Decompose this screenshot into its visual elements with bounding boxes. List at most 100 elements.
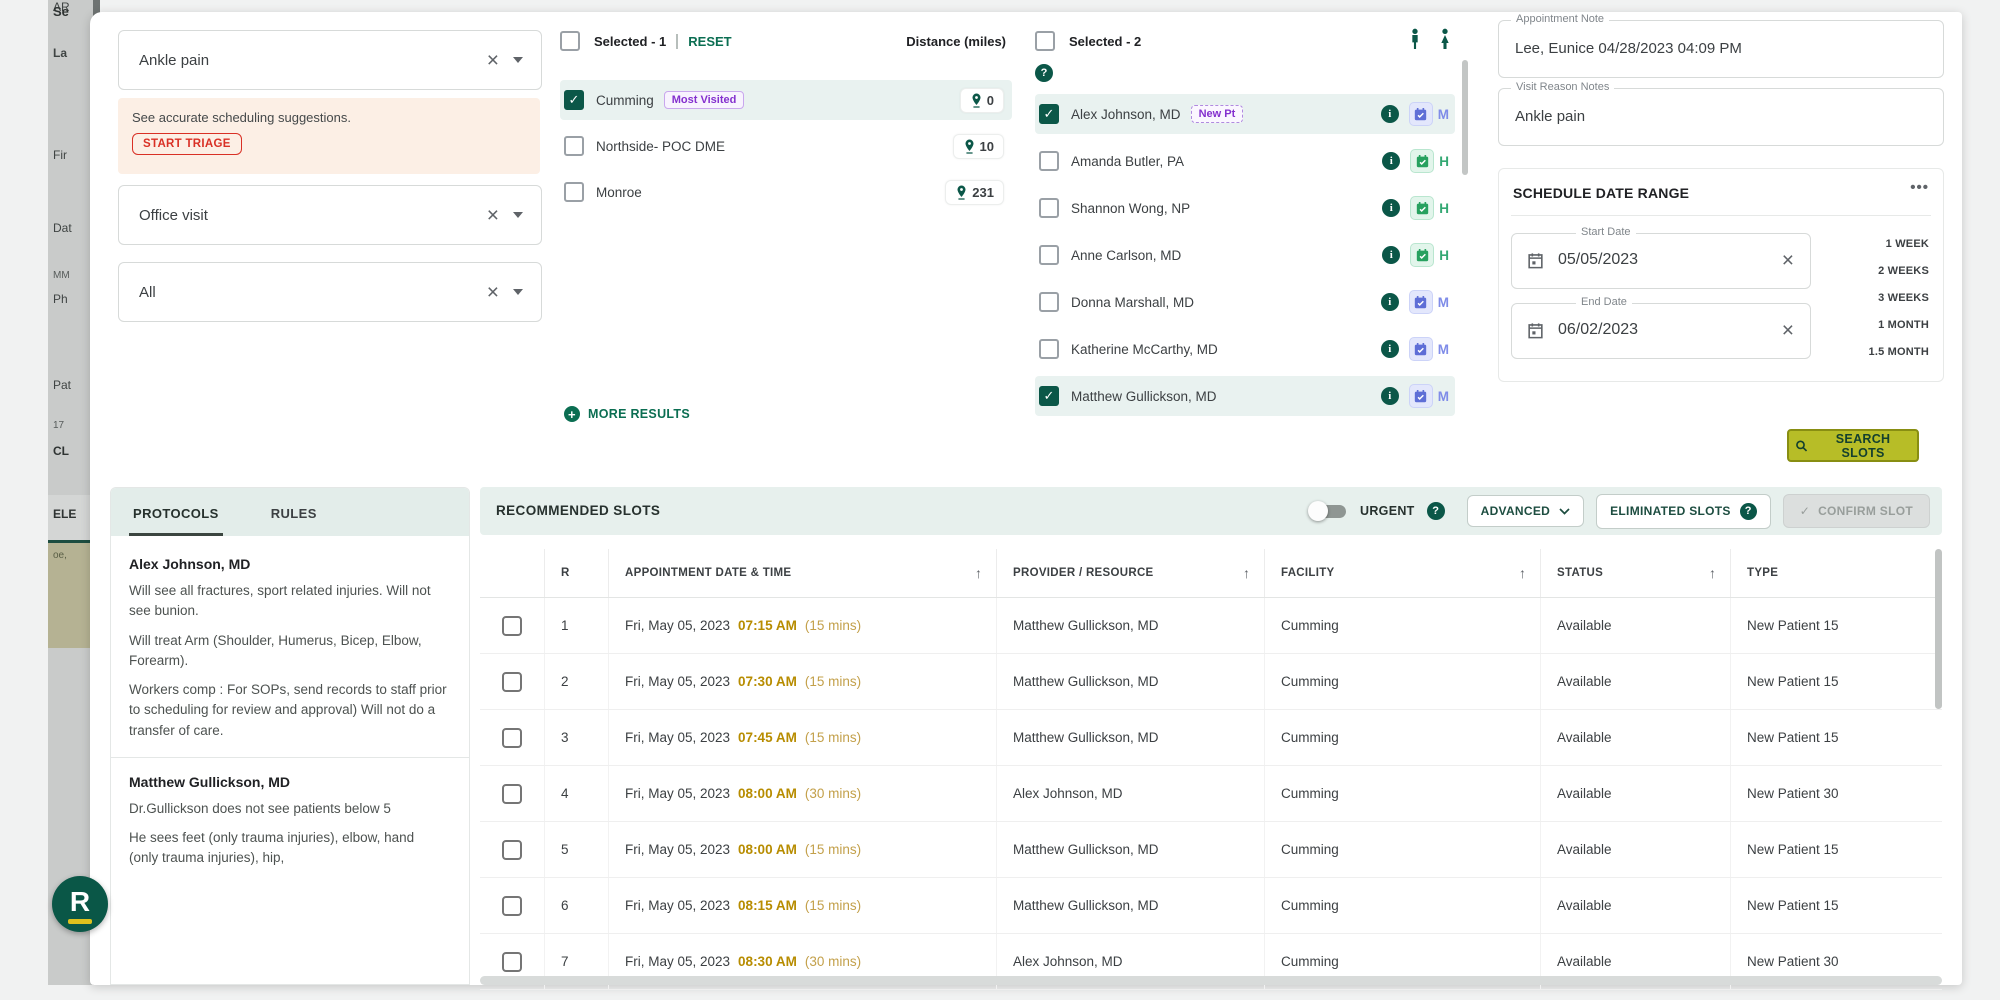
table-column-header[interactable]: TYPE ↑	[1730, 549, 1942, 597]
male-person-icon[interactable]	[1407, 28, 1423, 50]
calendar-chip[interactable]: H	[1410, 243, 1449, 267]
provider-row[interactable]: Katherine McCarthy, MD i M	[1035, 329, 1455, 369]
info-icon[interactable]: i	[1380, 340, 1399, 358]
provider-row[interactable]: Donna Marshall, MD i M	[1035, 282, 1455, 322]
appointment-note-field[interactable]: Appointment Note Lee, Eunice 04/28/2023 …	[1498, 13, 1944, 78]
sort-icon[interactable]: ↑	[1709, 565, 1716, 581]
search-slots-button[interactable]: SEARCH SLOTS	[1787, 429, 1919, 462]
calendar-chip[interactable]: M	[1408, 290, 1449, 314]
slot-row[interactable]: 3 Fri, May 05, 2023 07:45 AM (15 mins) M…	[480, 710, 1942, 766]
slot-row[interactable]: 6 Fri, May 05, 2023 08:15 AM (15 mins) M…	[480, 878, 1942, 934]
clear-icon[interactable]: ×	[487, 205, 499, 226]
quick-range-option[interactable]: 3 WEEKS	[1833, 285, 1929, 312]
start-date-field[interactable]: Start Date 05/05/2023 ×	[1511, 226, 1811, 289]
calendar-chip[interactable]: H	[1410, 196, 1449, 220]
provider-row[interactable]: Shannon Wong, NP i H	[1035, 188, 1455, 228]
info-icon[interactable]: i	[1380, 105, 1399, 123]
select-all-providers-checkbox[interactable]	[1035, 31, 1055, 51]
table-column-header[interactable]: FACILITY ↑	[1264, 549, 1540, 597]
provider-checkbox[interactable]	[1039, 151, 1059, 171]
advanced-dropdown[interactable]: ADVANCED	[1466, 495, 1585, 527]
provider-checkbox[interactable]	[1039, 292, 1059, 312]
sort-icon[interactable]: ↑	[1519, 565, 1526, 581]
provider-checkbox[interactable]	[1039, 198, 1059, 218]
table-horizontal-scrollbar[interactable]	[480, 976, 1942, 985]
slot-checkbox[interactable]	[502, 839, 522, 860]
select-all-facilities-checkbox[interactable]	[560, 31, 580, 51]
calendar-chip[interactable]: M	[1408, 337, 1449, 361]
provider-checkbox[interactable]	[1039, 386, 1059, 406]
provider-list-scrollbar[interactable]	[1462, 60, 1468, 175]
slot-checkbox[interactable]	[502, 727, 522, 748]
end-date-field[interactable]: End Date 06/02/2023 ×	[1511, 296, 1811, 359]
provider-row[interactable]: Matthew Gullickson, MD i M	[1035, 376, 1455, 416]
visit-reason-notes-field[interactable]: Visit Reason Notes Ankle pain	[1498, 81, 1944, 146]
table-column-header[interactable]: APPOINTMENT DATE & TIME ↑	[608, 549, 996, 597]
table-column-header[interactable]: STATUS ↑	[1540, 549, 1730, 597]
tab-protocols[interactable]: PROTOCOLS	[129, 506, 223, 536]
provider-row[interactable]: Alex Johnson, MD New Pt i M	[1035, 94, 1455, 134]
overflow-menu-icon[interactable]: •••	[1910, 179, 1929, 196]
quick-range-option[interactable]: 1 WEEK	[1833, 231, 1929, 258]
clear-end-date-icon[interactable]: ×	[1782, 320, 1794, 341]
provider-checkbox[interactable]	[1039, 245, 1059, 265]
slot-row[interactable]: 5 Fri, May 05, 2023 08:00 AM (15 mins) M…	[480, 822, 1942, 878]
chevron-down-icon[interactable]	[513, 289, 523, 295]
info-icon[interactable]: i	[1382, 152, 1401, 170]
info-icon[interactable]: i	[1380, 293, 1399, 311]
info-icon[interactable]: i	[1382, 246, 1401, 264]
provider-type-filter[interactable]: All ×	[118, 262, 542, 322]
start-triage-button[interactable]: START TRIAGE	[132, 133, 242, 155]
more-results-link[interactable]: + MORE RESULTS	[564, 406, 690, 422]
chevron-down-icon[interactable]	[513, 212, 523, 218]
provider-help-icon[interactable]: ?	[1035, 64, 1053, 82]
table-vertical-scrollbar[interactable]	[1935, 549, 1942, 709]
quick-range-option[interactable]: 1.5 MONTH	[1833, 339, 1929, 366]
table-column-header[interactable]: R ↑	[544, 549, 608, 597]
table-column-header[interactable]: PROVIDER / RESOURCE ↑	[996, 549, 1264, 597]
slot-row[interactable]: 2 Fri, May 05, 2023 07:30 AM (15 mins) M…	[480, 654, 1942, 710]
app-logo-button[interactable]: R	[52, 876, 108, 932]
slot-rank: 2	[544, 654, 608, 709]
calendar-type-letter: M	[1437, 106, 1449, 122]
slot-row[interactable]: 4 Fri, May 05, 2023 08:00 AM (30 mins) A…	[480, 766, 1942, 822]
slot-checkbox[interactable]	[502, 895, 522, 916]
tab-rules[interactable]: RULES	[267, 506, 321, 536]
quick-range-option[interactable]: 2 WEEKS	[1833, 258, 1929, 285]
slot-checkbox[interactable]	[502, 671, 522, 692]
facility-row[interactable]: Monroe 231	[560, 172, 1012, 212]
info-icon[interactable]: i	[1382, 199, 1401, 217]
clear-icon[interactable]: ×	[487, 50, 499, 71]
calendar-chip[interactable]: M	[1408, 102, 1449, 126]
provider-row[interactable]: Anne Carlson, MD i H	[1035, 235, 1455, 275]
provider-checkbox[interactable]	[1039, 104, 1059, 124]
appointment-type-filter[interactable]: Office visit ×	[118, 185, 542, 245]
clear-icon[interactable]: ×	[487, 282, 499, 303]
slot-checkbox[interactable]	[502, 615, 522, 636]
facilities-reset-link[interactable]: RESET	[676, 33, 732, 49]
visit-reason-filter[interactable]: Ankle pain ×	[118, 30, 542, 90]
confirm-slot-button[interactable]: ✓ CONFIRM SLOT	[1782, 494, 1930, 528]
slot-checkbox[interactable]	[502, 951, 522, 972]
female-person-icon[interactable]	[1437, 28, 1453, 50]
chevron-down-icon[interactable]	[513, 57, 523, 63]
urgent-help-icon[interactable]: ?	[1426, 502, 1445, 520]
facility-row[interactable]: Cumming Most Visited 0	[560, 80, 1012, 120]
sort-icon[interactable]: ↑	[1243, 565, 1250, 581]
eliminated-slots-button[interactable]: ELIMINATED SLOTS ?	[1596, 493, 1771, 529]
sort-icon[interactable]: ↑	[975, 565, 982, 581]
slot-row[interactable]: 1 Fri, May 05, 2023 07:15 AM (15 mins) M…	[480, 598, 1942, 654]
slot-checkbox[interactable]	[502, 783, 522, 804]
facility-checkbox[interactable]	[564, 90, 584, 110]
urgent-toggle[interactable]	[1308, 500, 1348, 522]
clear-start-date-icon[interactable]: ×	[1782, 250, 1794, 271]
provider-checkbox[interactable]	[1039, 339, 1059, 359]
facility-row[interactable]: Northside- POC DME 10	[560, 126, 1012, 166]
facility-checkbox[interactable]	[564, 182, 584, 202]
calendar-chip[interactable]: H	[1410, 149, 1449, 173]
quick-range-option[interactable]: 1 MONTH	[1833, 312, 1929, 339]
calendar-chip[interactable]: M	[1408, 384, 1449, 408]
facility-checkbox[interactable]	[564, 136, 584, 156]
info-icon[interactable]: i	[1380, 387, 1399, 405]
provider-row[interactable]: Amanda Butler, PA i H	[1035, 141, 1455, 181]
